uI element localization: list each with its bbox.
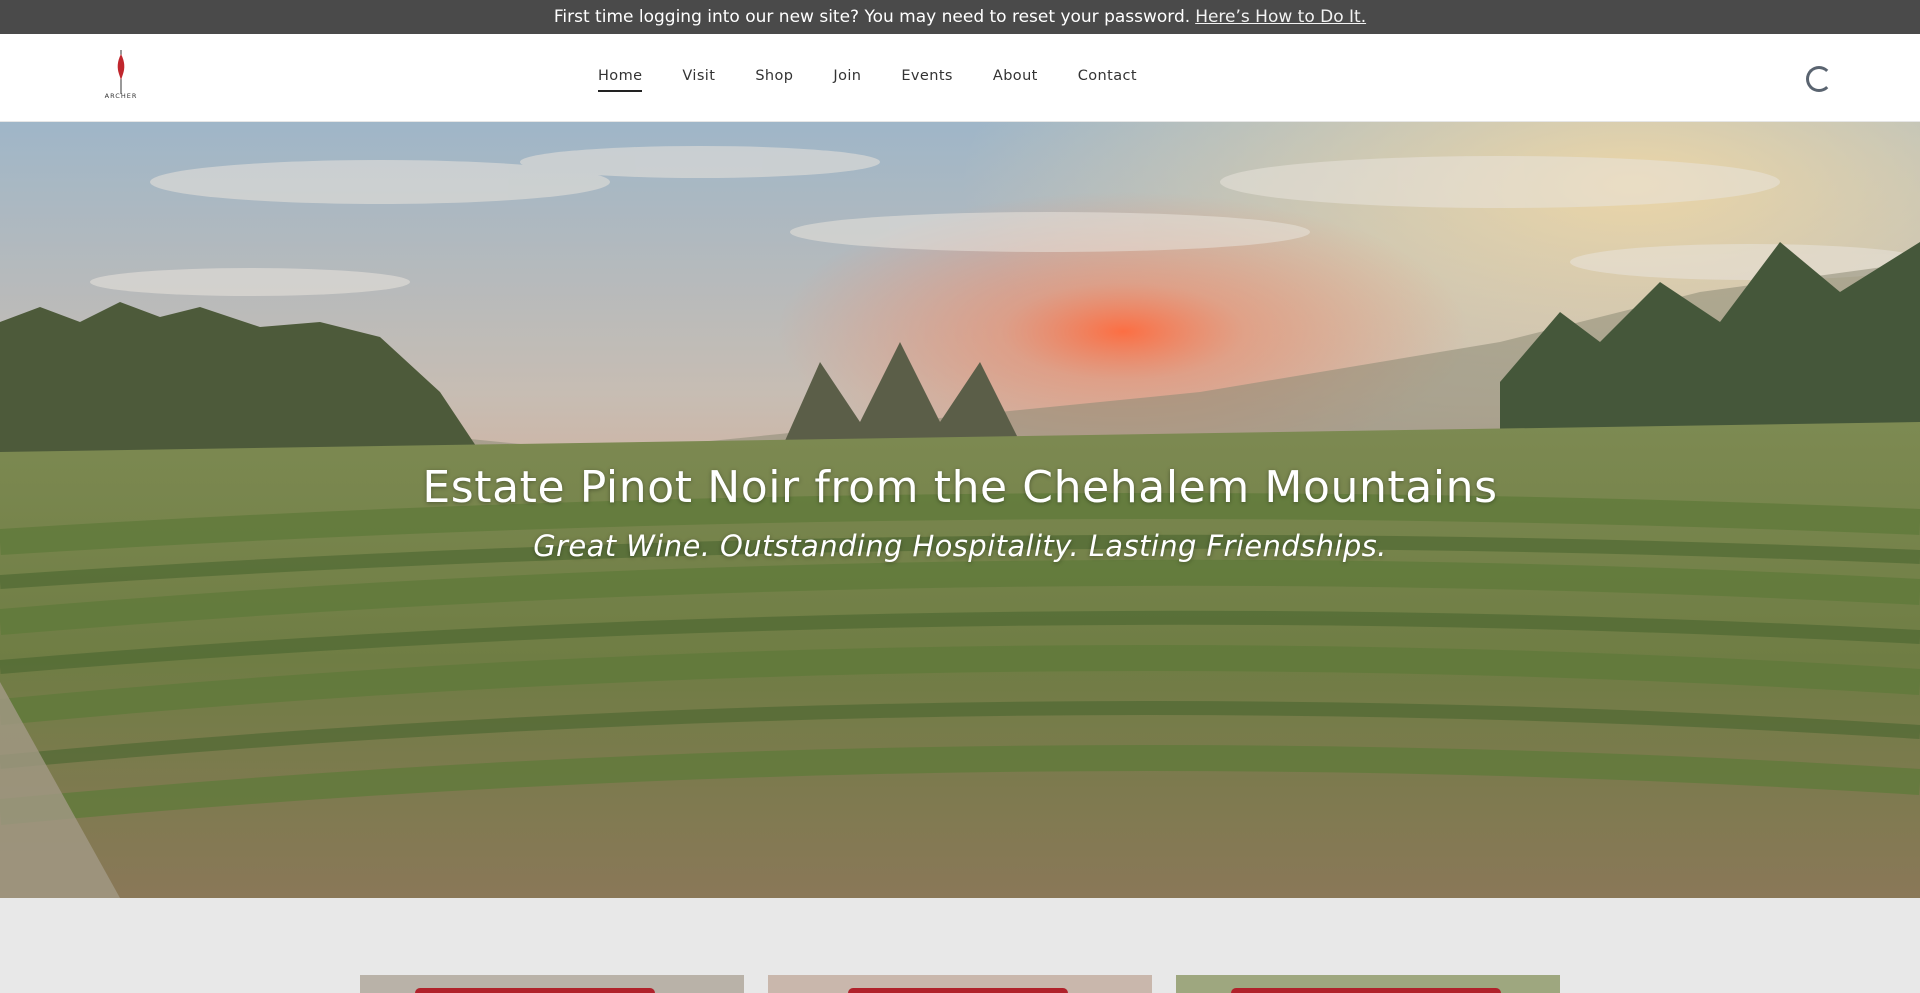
card-banner [848,988,1068,993]
feature-card-3[interactable] [1176,975,1560,993]
hero-title: Estate Pinot Noir from the Chehalem Moun… [422,462,1498,513]
card-banner [415,988,655,993]
nav-home[interactable]: Home [598,68,643,92]
nav-join[interactable]: Join [833,68,861,92]
nav-visit[interactable]: Visit [682,68,715,92]
nav-shop[interactable]: Shop [755,68,793,92]
hero-subtitle: Great Wine. Outstanding Hospitality. Las… [533,529,1387,563]
feature-section [0,898,1920,993]
hero-text-block: Estate Pinot Noir from the Chehalem Moun… [0,462,1920,563]
reset-password-link[interactable]: Here’s How to Do It. [1195,7,1366,27]
hero-banner: Estate Pinot Noir from the Chehalem Moun… [0,122,1920,898]
logo-bottle-icon [117,50,125,94]
nav-contact[interactable]: Contact [1078,68,1137,92]
main-nav: Home Visit Shop Join Events About Contac… [598,68,1177,92]
site-header: ARCHER Home Visit Shop Join Events About… [0,34,1920,122]
announcement-text: First time logging into our new site? Yo… [553,7,1191,27]
nav-about[interactable]: About [993,68,1038,92]
card-banner [1231,988,1501,993]
feature-card-1[interactable] [360,975,744,993]
feature-card-2[interactable] [768,975,1152,993]
logo-wordmark: ARCHER [104,92,138,100]
loading-spinner-icon[interactable] [1806,66,1832,92]
announcement-bar: First time logging into our new site? Yo… [0,0,1920,34]
nav-events[interactable]: Events [901,68,953,92]
archer-logo[interactable]: ARCHER [98,50,144,106]
